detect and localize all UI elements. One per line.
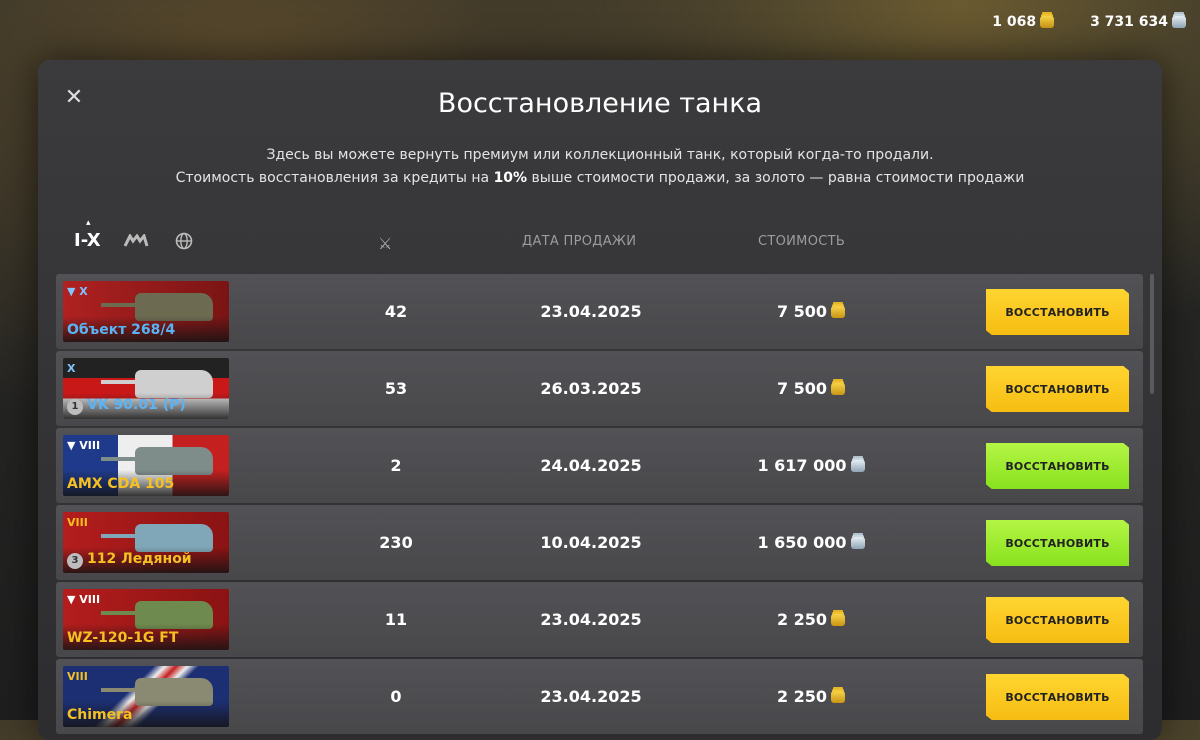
sale-date: 26.03.2025 — [540, 379, 642, 398]
tank-row[interactable]: X 1 VK 90.01 (P) 53 26.03.2025 7 500 ВОСС… — [56, 351, 1143, 426]
tank-tier: ▼ VIII — [67, 593, 101, 606]
battles-column-icon[interactable]: ⚔ — [378, 234, 393, 253]
sale-date: 23.04.2025 — [540, 687, 642, 706]
restore-button[interactable]: ВОССТАНОВИТЬ — [986, 366, 1129, 412]
nation-filter-icon[interactable] — [171, 231, 197, 251]
tank-tier: VIII — [67, 516, 88, 529]
credits-coin-icon — [850, 536, 865, 549]
tank-thumbnail: VIII Chimera — [63, 666, 229, 727]
subtitle-line-2-bold: 10% — [493, 170, 528, 186]
tank-tier: ▼ X — [67, 285, 88, 298]
restore-button[interactable]: ВОССТАНОВИТЬ — [986, 597, 1129, 643]
price-value: 7 500 — [776, 302, 828, 321]
restore-price: 7 500 — [716, 351, 906, 426]
restore-price: 1 650 000 — [716, 505, 906, 580]
tank-name: Chimera — [67, 707, 133, 723]
tank-name: WZ-120-1G FT — [67, 630, 179, 646]
battles-count: 42 — [384, 302, 408, 321]
tank-type-filter-icon[interactable] — [123, 231, 149, 251]
restore-button[interactable]: ВОССТАНОВИТЬ — [986, 289, 1129, 335]
price-value: 7 500 — [776, 379, 828, 398]
tank-name: AMX CDA 105 — [67, 476, 175, 492]
tank-thumbnail: X 1 VK 90.01 (P) — [63, 358, 229, 419]
tank-thumbnail: ▼ VIII WZ-120-1G FT — [63, 589, 229, 650]
price-value: 2 250 — [776, 687, 828, 706]
price-column-header[interactable]: СТОИМОСТЬ — [758, 234, 845, 249]
restore-tank-dialog: ✕ Восстановление танка Здесь вы можете в… — [38, 60, 1162, 740]
price-value: 1 617 000 — [757, 456, 847, 475]
gold-balance: 1 068 — [992, 14, 1055, 30]
battles-count: 11 — [384, 610, 408, 629]
credits-balance: 3 731 634 — [1090, 14, 1186, 30]
restore-button[interactable]: ВОССТАНОВИТЬ — [986, 443, 1129, 489]
tank-name: VK 90.01 (P) — [87, 397, 186, 413]
restore-price: 1 617 000 — [716, 428, 906, 503]
dialog-subtitle: Здесь вы можете вернуть премиум или колл… — [38, 144, 1162, 190]
battles-count: 0 — [390, 687, 402, 706]
subtitle-line-2-post: выше стоимости продажи, за золото — равн… — [527, 170, 1025, 186]
tank-name: 112 Ледяной — [87, 551, 192, 567]
tank-row[interactable]: VIII Chimera 0 23.04.2025 2 250 ВОССТАНО… — [56, 659, 1143, 734]
tank-thumbnail: VIII 3 112 Ледяной — [63, 512, 229, 573]
tank-tier: VIII — [67, 670, 88, 683]
subtitle-line-1: Здесь вы можете вернуть премиум или колл… — [266, 147, 934, 163]
subtitle-line-2: Стоимость восстановления за кредиты на 1… — [38, 167, 1162, 190]
sale-date: 10.04.2025 — [540, 533, 642, 552]
restore-button[interactable]: ВОССТАНОВИТЬ — [986, 520, 1129, 566]
currency-bar: 1 068 3 731 634 — [992, 14, 1186, 30]
gold-coin-icon — [1040, 16, 1055, 28]
sale-date: 23.04.2025 — [540, 610, 642, 629]
gold-coin-icon — [831, 382, 846, 395]
battles-count: 2 — [390, 456, 402, 475]
tank-thumbnail: ▼ VIII AMX CDA 105 — [63, 435, 229, 496]
battles-count: 53 — [384, 379, 408, 398]
tank-tier: X — [67, 362, 76, 375]
tank-name-wrapper: 1 VK 90.01 (P) — [67, 397, 186, 415]
tank-tier: ▼ VIII — [67, 439, 101, 452]
tank-row[interactable]: ▼ VIII WZ-120-1G FT 11 23.04.2025 2 250 … — [56, 582, 1143, 657]
date-column-header[interactable]: ДАТА ПРОДАЖИ — [522, 234, 636, 249]
restore-price: 2 250 — [716, 582, 906, 657]
credits-coin-icon — [1172, 16, 1186, 28]
mastery-badge: 3 — [67, 553, 83, 569]
gold-coin-icon — [831, 690, 846, 703]
price-value: 2 250 — [776, 610, 828, 629]
tank-row[interactable]: VIII 3 112 Ледяной 230 10.04.2025 1 650 0… — [56, 505, 1143, 580]
tank-name: Объект 268/4 — [67, 322, 176, 338]
restore-price: 2 250 — [716, 659, 906, 734]
restore-button[interactable]: ВОССТАНОВИТЬ — [986, 674, 1129, 720]
gold-coin-icon — [831, 613, 846, 626]
list-scrollbar[interactable] — [1150, 274, 1154, 394]
dialog-title: Восстановление танка — [437, 88, 763, 119]
tank-row[interactable]: ▼ X Объект 268/4 42 23.04.2025 7 500 ВОС… — [56, 274, 1143, 349]
tank-row[interactable]: ▼ VIII AMX CDA 105 2 24.04.2025 1 617 00… — [56, 428, 1143, 503]
tank-thumbnail: ▼ X Объект 268/4 — [63, 281, 229, 342]
subtitle-line-2-pre: Стоимость восстановления за кредиты на — [175, 170, 494, 186]
mastery-badge: 1 — [67, 399, 83, 415]
credits-amount: 3 731 634 — [1090, 14, 1168, 30]
battles-count: 230 — [379, 533, 413, 552]
tank-list: ▼ X Объект 268/4 42 23.04.2025 7 500 ВОС… — [56, 274, 1143, 736]
credits-coin-icon — [850, 459, 865, 472]
price-value: 1 650 000 — [757, 533, 847, 552]
filter-row: I-X — [74, 218, 197, 251]
sale-date: 24.04.2025 — [540, 456, 642, 475]
tier-filter-button[interactable]: I-X — [74, 218, 101, 251]
restore-price: 7 500 — [716, 274, 906, 349]
tank-name-wrapper: 3 112 Ледяной — [67, 551, 192, 569]
sale-date: 23.04.2025 — [540, 302, 642, 321]
gold-amount: 1 068 — [992, 14, 1037, 30]
gold-coin-icon — [831, 305, 846, 318]
